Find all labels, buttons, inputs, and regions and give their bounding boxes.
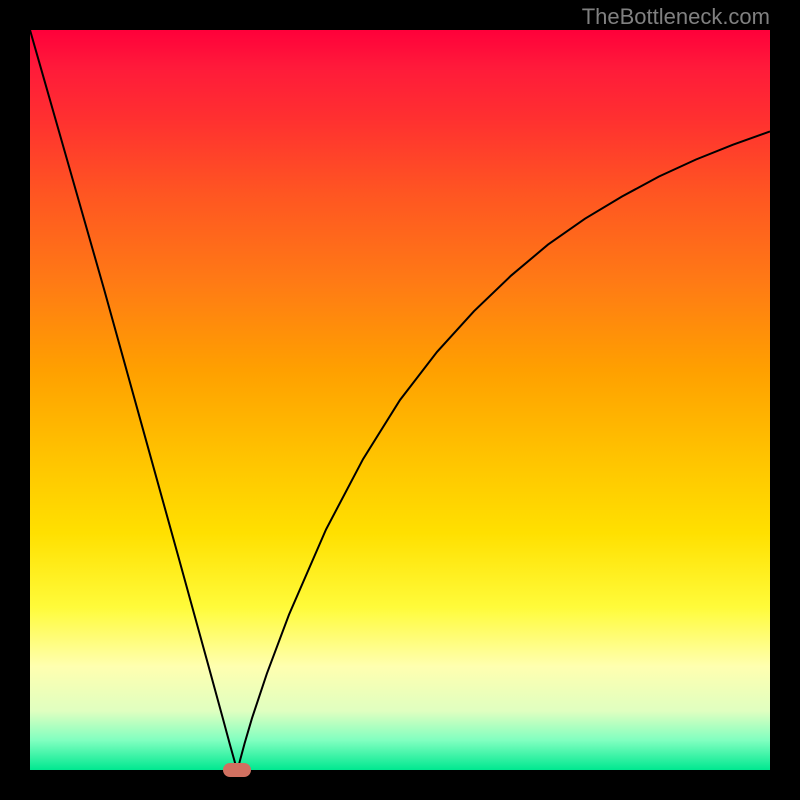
- plot-area: [30, 30, 770, 770]
- watermark-text: TheBottleneck.com: [582, 4, 770, 30]
- curve-svg: [30, 30, 770, 770]
- chart-container: TheBottleneck.com: [0, 0, 800, 800]
- bottleneck-curve: [30, 30, 770, 770]
- minimum-marker: [223, 763, 251, 777]
